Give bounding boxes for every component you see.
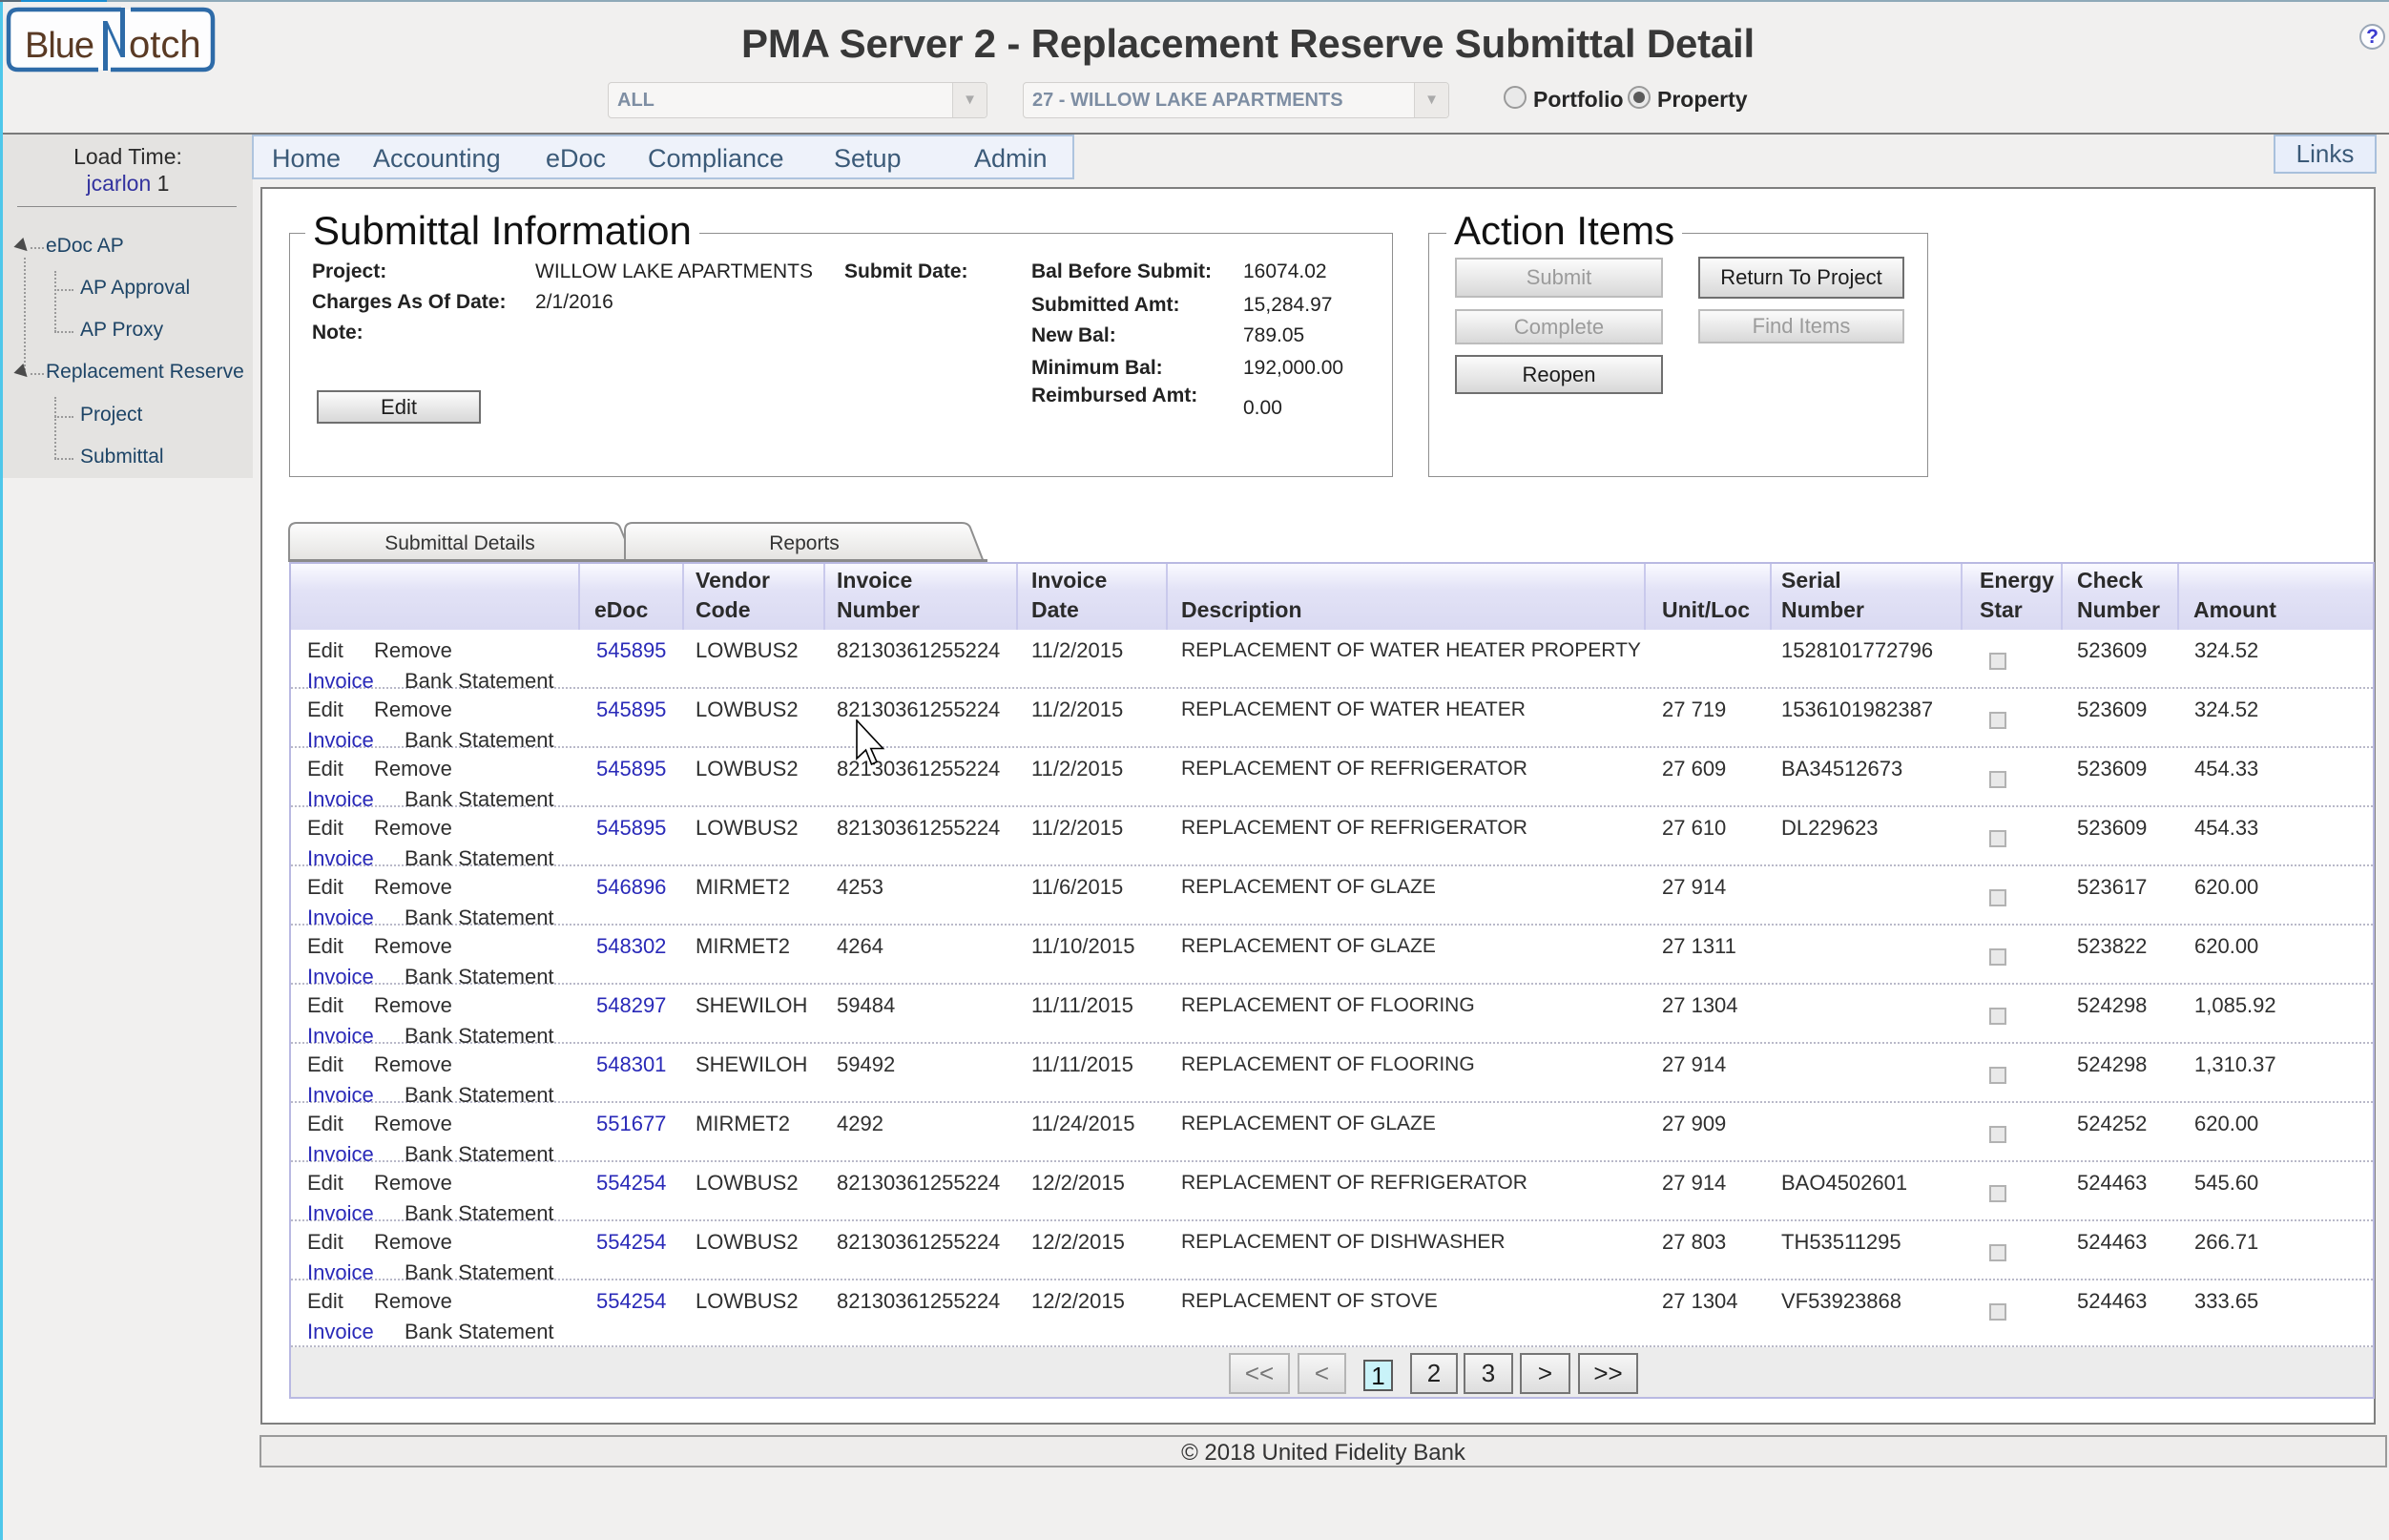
svg-text:Blue: Blue — [25, 26, 93, 66]
svg-text:otch: otch — [129, 24, 201, 66]
